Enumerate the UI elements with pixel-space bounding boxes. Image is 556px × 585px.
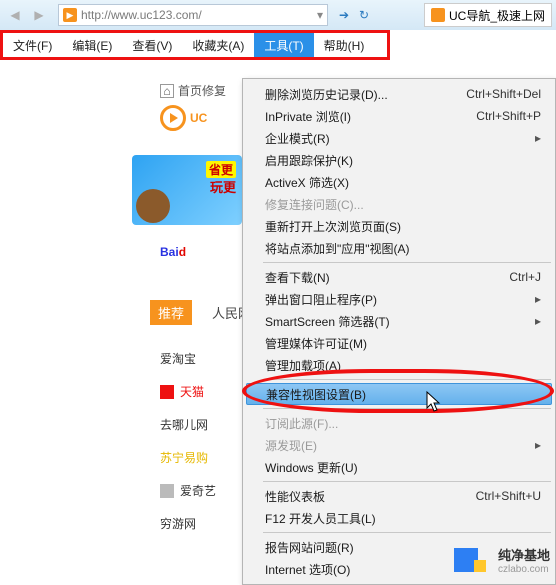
baidu-text-2: d (179, 245, 186, 259)
menu-separator (263, 532, 551, 533)
promo-text-2: 玩更 (210, 177, 236, 196)
menu-smartscreen[interactable]: SmartScreen 筛选器(T) (243, 310, 555, 332)
browser-tab[interactable]: UC导航_极速上网 (424, 3, 552, 27)
link-qyer[interactable]: 穷游网 (160, 515, 216, 532)
menu-edit[interactable]: 编辑(E) (62, 33, 122, 57)
menu-media-licenses[interactable]: 管理媒体许可证(M) (243, 332, 555, 354)
tab-favicon (431, 8, 445, 22)
go-button[interactable]: ➔ (339, 8, 349, 22)
link-suning[interactable]: 苏宁易购 (160, 449, 216, 466)
tab-recommend[interactable]: 推荐 (150, 300, 192, 325)
menu-manage-addons[interactable]: 管理加载项(A) (243, 354, 555, 376)
menu-f12-devtools[interactable]: F12 开发人员工具(L) (243, 507, 555, 529)
menu-tools[interactable]: 工具(T) (254, 33, 313, 57)
go-refresh-group: ➔ ↻ (334, 8, 374, 22)
link-tmall[interactable]: 天猫 (160, 383, 216, 400)
uc-logo-text: UC (190, 111, 207, 125)
iqiyi-icon (160, 484, 174, 498)
menu-activex-filter[interactable]: ActiveX 筛选(X) (243, 171, 555, 193)
forward-button[interactable]: ▶ (28, 4, 50, 26)
menu-fix-connection: 修复连接问题(C)... (243, 193, 555, 215)
menu-reopen-last[interactable]: 重新打开上次浏览页面(S) (243, 215, 555, 237)
tools-dropdown: 删除浏览历史记录(D)...Ctrl+Shift+Del InPrivate 浏… (242, 78, 556, 585)
menubar: 文件(F) 编辑(E) 查看(V) 收藏夹(A) 工具(T) 帮助(H) (3, 33, 387, 57)
menu-file[interactable]: 文件(F) (3, 33, 62, 57)
site-link-list: 爱淘宝 天猫 去哪儿网 苏宁易购 爱奇艺 穷游网 (160, 350, 216, 532)
breadcrumb-text[interactable]: 首页修复 (178, 82, 226, 99)
watermark-icon-accent (474, 560, 486, 572)
menu-inprivate[interactable]: InPrivate 浏览(I)Ctrl+Shift+P (243, 105, 555, 127)
dropdown-icon[interactable]: ▾ (317, 8, 323, 22)
promo-banner[interactable]: 省更 玩更 (132, 155, 242, 225)
menu-separator (263, 481, 551, 482)
uc-logo-icon (160, 105, 186, 131)
site-favicon: ▶ (63, 8, 77, 22)
menu-separator (263, 408, 551, 409)
home-icon[interactable]: ⌂ (160, 84, 174, 98)
menu-delete-history[interactable]: 删除浏览历史记录(D)...Ctrl+Shift+Del (243, 83, 555, 105)
menu-tracking-protection[interactable]: 启用跟踪保护(K) (243, 149, 555, 171)
menu-separator (263, 379, 551, 380)
menu-windows-update[interactable]: Windows 更新(U) (243, 456, 555, 478)
titlebar: ◀ ▶ ▶ http://www.uc123.com/ ▾ ➔ ↻ UC导航_极… (0, 0, 556, 30)
uc-logo: UC (160, 105, 207, 131)
menu-help[interactable]: 帮助(H) (314, 33, 375, 57)
menu-view-downloads[interactable]: 查看下载(N)Ctrl+J (243, 266, 555, 288)
menu-feed-discovery: 源发现(E) (243, 434, 555, 456)
menu-favorites[interactable]: 收藏夹(A) (182, 33, 254, 57)
watermark: 纯净基地 czlabo.com (454, 545, 550, 575)
baidu-text-1: Bai (160, 245, 179, 259)
address-bar[interactable]: ▶ http://www.uc123.com/ ▾ (58, 4, 328, 26)
link-iqiyi[interactable]: 爱奇艺 (160, 482, 216, 499)
url-text: http://www.uc123.com/ (81, 8, 317, 22)
promo-text-1: 省更 (206, 161, 236, 178)
watermark-url: czlabo.com (498, 564, 550, 575)
menu-performance-dashboard[interactable]: 性能仪表板Ctrl+Shift+U (243, 485, 555, 507)
menu-enterprise-mode[interactable]: 企业模式(R) (243, 127, 555, 149)
link-aitaobao[interactable]: 爱淘宝 (160, 350, 216, 367)
menu-view[interactable]: 查看(V) (122, 33, 182, 57)
menu-separator (263, 262, 551, 263)
menu-popup-blocker[interactable]: 弹出窗口阻止程序(P) (243, 288, 555, 310)
watermark-name: 纯净基地 (498, 545, 550, 564)
promo-mascot-icon (136, 189, 170, 223)
back-button[interactable]: ◀ (4, 4, 26, 26)
breadcrumb: ⌂ 首页修复 (160, 82, 226, 99)
baidu-logo[interactable]: Baid (160, 235, 186, 263)
menu-subscribe-feed: 订阅此源(F)... (243, 412, 555, 434)
menu-compat-view-settings[interactable]: 兼容性视图设置(B) (246, 383, 552, 405)
menubar-highlight-box: 文件(F) 编辑(E) 查看(V) 收藏夹(A) 工具(T) 帮助(H) (0, 30, 390, 60)
tab-label: UC导航_极速上网 (449, 7, 545, 24)
refresh-button[interactable]: ↻ (359, 8, 369, 22)
section-tabs: 推荐 人民网 (150, 300, 251, 325)
link-qunar[interactable]: 去哪儿网 (160, 416, 216, 433)
menu-add-to-apps[interactable]: 将站点添加到"应用"视图(A) (243, 237, 555, 259)
tmall-icon (160, 385, 174, 399)
